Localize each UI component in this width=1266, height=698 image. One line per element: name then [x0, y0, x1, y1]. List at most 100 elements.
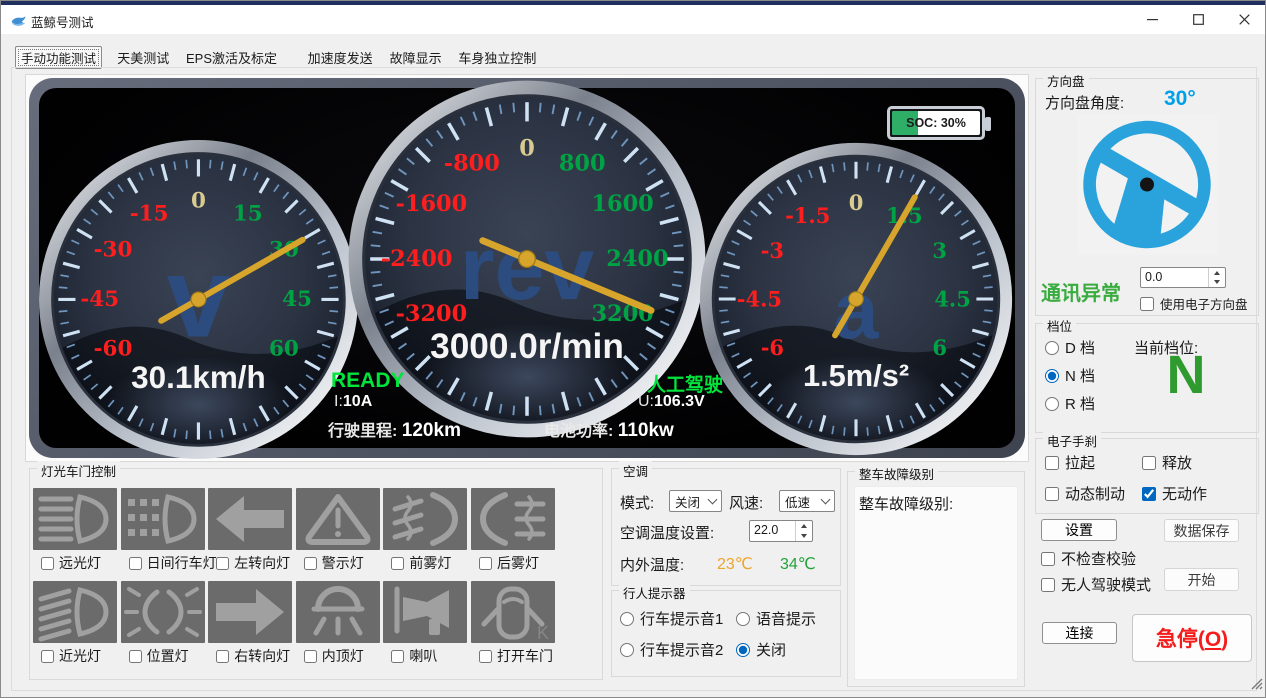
- front-fog-checkbox[interactable]: 前雾灯: [391, 553, 491, 573]
- arrow-right-tile[interactable]: [208, 581, 292, 643]
- connect-button[interactable]: 连接: [1042, 622, 1117, 644]
- svg-text:800: 800: [559, 150, 606, 176]
- hb-release-label: 释放: [1162, 452, 1192, 473]
- steering-angle-spinner[interactable]: 0.0: [1140, 267, 1226, 288]
- svg-text:-2400: -2400: [381, 246, 453, 272]
- dome-checkbox[interactable]: 内顶灯: [304, 646, 404, 666]
- mileage-label: 行驶里程:: [328, 423, 397, 440]
- svg-text:-3200: -3200: [396, 301, 468, 327]
- battery-nub-icon: [985, 117, 991, 131]
- radio-gear-d[interactable]: D 档: [1045, 337, 1095, 358]
- tab-2[interactable]: EPS激活及标定: [179, 46, 284, 69]
- gauge-speed: 015-1530-3045-4560-60v30.1km/h: [34, 135, 363, 464]
- tab-1[interactable]: 天美测试: [110, 46, 176, 69]
- gear-group: 档位 D 档 N 档 R 档 当前档位: N: [1035, 323, 1259, 433]
- hb-pull-label: 拉起: [1065, 452, 1095, 473]
- horn-checkbox[interactable]: 喇叭: [391, 646, 491, 666]
- use-esw-checkbox[interactable]: 使用电子方向盘: [1140, 294, 1248, 313]
- hb-release-checkbox[interactable]: 释放: [1142, 452, 1192, 473]
- arrow-left-checkbox[interactable]: 左转向灯: [216, 553, 316, 573]
- radio-voice[interactable]: 语音提示: [736, 608, 816, 629]
- maximize-button[interactable]: [1175, 5, 1221, 34]
- power-readout: 电池功率: 110kw: [544, 417, 674, 442]
- drl-checkbox[interactable]: 日间行车灯: [129, 553, 229, 573]
- svg-text:2400: 2400: [606, 246, 668, 272]
- resize-grip[interactable]: [1250, 677, 1263, 695]
- lights-group-title: 灯光车门控制: [37, 461, 120, 480]
- fault-group: 整车故障级别 整车故障级别:: [847, 471, 1025, 687]
- ac-temp-set-label: 空调温度设置:: [620, 522, 714, 543]
- spin-up-icon[interactable]: [796, 521, 812, 531]
- warning-tile[interactable]: [296, 488, 380, 550]
- start-button[interactable]: 开始: [1164, 568, 1239, 591]
- horn-tile[interactable]: [383, 581, 467, 643]
- svg-text:-4.5: -4.5: [737, 287, 782, 312]
- ac-mode-select[interactable]: 关闭: [669, 490, 722, 512]
- rear-fog-checkbox[interactable]: 后雾灯: [479, 553, 579, 573]
- svg-text:6: 6: [932, 335, 947, 360]
- dome-tile[interactable]: [296, 581, 380, 643]
- close-button[interactable]: [1221, 5, 1266, 34]
- app-whale-icon: [10, 11, 27, 28]
- minimize-button[interactable]: [1129, 5, 1175, 34]
- arrow-right-label: 右转向灯: [234, 646, 290, 666]
- no-check-checkbox[interactable]: 不检查校验: [1041, 548, 1136, 569]
- arrow-left-tile[interactable]: [208, 488, 292, 550]
- tab-3[interactable]: 加速度发送: [301, 46, 380, 69]
- ready-status: READY: [331, 369, 405, 393]
- estop-button[interactable]: 急停(O): [1132, 614, 1252, 662]
- radio-gear-n[interactable]: N 档: [1045, 365, 1095, 386]
- radio-chime1-label: 行车提示音1: [640, 608, 723, 629]
- ac-group-title: 空调: [619, 461, 652, 480]
- low-beam-checkbox[interactable]: 近光灯: [41, 646, 141, 666]
- warning-checkbox[interactable]: 警示灯: [304, 553, 404, 573]
- rear-fog-icon: [471, 488, 555, 550]
- warning-icon: [296, 488, 380, 550]
- front-fog-tile[interactable]: [383, 488, 467, 550]
- hb-dynamic-label: 动态制动: [1065, 483, 1125, 504]
- radio-off-label: 关闭: [756, 639, 786, 660]
- data-save-button[interactable]: 数据保存: [1164, 519, 1239, 542]
- radio-gear-r[interactable]: R 档: [1045, 393, 1095, 414]
- door-open-tile[interactable]: K: [471, 581, 555, 643]
- rear-fog-tile[interactable]: [471, 488, 555, 550]
- svg-text:-45: -45: [80, 286, 119, 311]
- hb-noaction-checkbox[interactable]: 无动作: [1142, 483, 1207, 504]
- gear-r-label: R 档: [1065, 393, 1095, 414]
- position-tile[interactable]: [121, 581, 205, 643]
- low-beam-tile[interactable]: [33, 581, 117, 643]
- unmanned-checkbox[interactable]: 无人驾驶模式: [1041, 574, 1151, 595]
- high-beam-checkbox[interactable]: 远光灯: [41, 553, 141, 573]
- radio-chime2[interactable]: 行车提示音2: [620, 639, 723, 660]
- spin-down-icon[interactable]: [1209, 278, 1225, 288]
- tab-4[interactable]: 故障显示: [383, 46, 449, 69]
- ac-mode-label: 模式:: [620, 492, 654, 513]
- svg-text:-800: -800: [444, 150, 500, 176]
- hb-dynamic-checkbox[interactable]: 动态制动: [1045, 483, 1125, 504]
- voltage-value: 106.3V: [654, 393, 705, 410]
- estop-post: ): [1221, 628, 1228, 651]
- door-open-checkbox[interactable]: 打开车门: [479, 646, 579, 666]
- radio-chime1[interactable]: 行车提示音1: [620, 608, 723, 629]
- arrow-left-icon: [208, 488, 292, 550]
- drl-tile[interactable]: [121, 488, 205, 550]
- settings-button[interactable]: 设置: [1041, 519, 1117, 541]
- position-checkbox[interactable]: 位置灯: [129, 646, 229, 666]
- steering-wheel-box: [1077, 114, 1217, 255]
- handbrake-group-title: 电子手刹: [1043, 431, 1101, 450]
- svg-text:-30: -30: [93, 237, 132, 262]
- soc-battery: SOC: 30%: [887, 106, 985, 140]
- spin-up-icon[interactable]: [1209, 268, 1225, 278]
- high-beam-tile[interactable]: [33, 488, 117, 550]
- ac-fan-select[interactable]: 低速: [779, 490, 835, 512]
- gear-group-title: 档位: [1043, 316, 1076, 335]
- svg-text:15: 15: [232, 201, 262, 226]
- tab-5[interactable]: 车身独立控制: [451, 46, 543, 69]
- tab-0[interactable]: 手动功能测试: [15, 46, 102, 69]
- steering-angle-value: 30°: [1164, 87, 1196, 111]
- spin-down-icon[interactable]: [796, 531, 812, 541]
- radio-off[interactable]: 关闭: [736, 639, 786, 660]
- hb-pull-checkbox[interactable]: 拉起: [1045, 452, 1095, 473]
- arrow-right-checkbox[interactable]: 右转向灯: [216, 646, 316, 666]
- ac-temp-spinner[interactable]: 22.0: [749, 520, 813, 542]
